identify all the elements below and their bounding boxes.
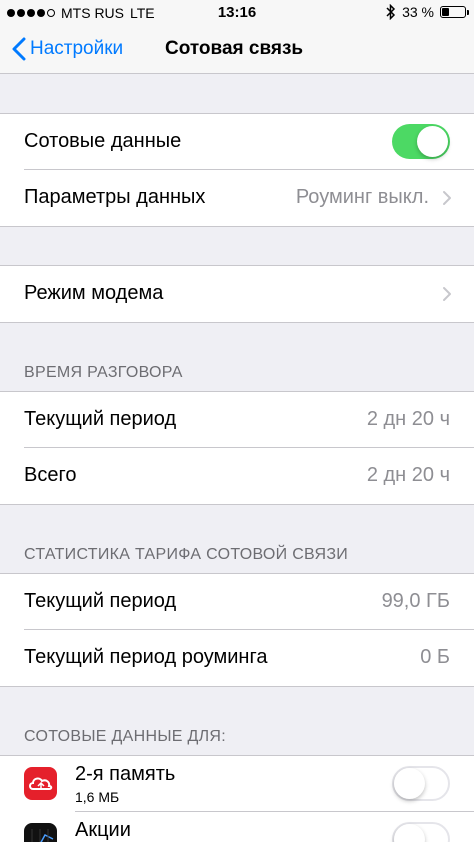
data-options-label: Параметры данных bbox=[24, 186, 206, 208]
cellular-data-label: Сотовые данные bbox=[24, 130, 182, 152]
cellular-data-toggle[interactable] bbox=[392, 124, 450, 159]
stats-current-row: Текущий период 99,0 ГБ bbox=[0, 574, 474, 630]
status-bar: MTS RUS LTE 13:16 33 % bbox=[0, 0, 474, 28]
app-row: 2-я память 1,6 МБ bbox=[0, 756, 474, 812]
apps-header: СОТОВЫЕ ДАННЫЕ ДЛЯ: bbox=[24, 728, 227, 745]
data-options-row[interactable]: Параметры данных Роуминг выкл. bbox=[0, 170, 474, 226]
cellular-data-row: Сотовые данные bbox=[0, 114, 474, 170]
app-data-toggle[interactable] bbox=[392, 766, 450, 801]
divider bbox=[0, 504, 474, 505]
toggle-knob bbox=[417, 126, 448, 157]
call-time-total-value: 2 дн 20 ч bbox=[366, 464, 450, 486]
battery-level-fill bbox=[442, 8, 450, 16]
cloud-storage-icon bbox=[24, 767, 57, 800]
back-button[interactable]: Настройки bbox=[12, 37, 123, 61]
call-time-current-row: Текущий период 2 дн 20 ч bbox=[0, 392, 474, 448]
chevron-right-icon bbox=[443, 191, 451, 205]
bluetooth-icon bbox=[386, 4, 396, 20]
call-time-header: ВРЕМЯ РАЗГОВОРА bbox=[24, 364, 183, 381]
app-data-toggle[interactable] bbox=[392, 822, 450, 842]
battery-percent: 33 % bbox=[402, 4, 434, 20]
stats-header: СТАТИСТИКА ТАРИФА СОТОВОЙ СВЯЗИ bbox=[24, 546, 349, 563]
divider bbox=[0, 686, 474, 687]
app-row: Акции bbox=[0, 812, 474, 842]
stats-roaming-value: 0 Б bbox=[420, 646, 450, 668]
divider bbox=[0, 226, 474, 227]
stats-current-value: 99,0 ГБ bbox=[381, 590, 450, 612]
call-time-total-row: Всего 2 дн 20 ч bbox=[0, 448, 474, 504]
app-usage: 1,6 МБ bbox=[75, 789, 120, 805]
stats-roaming-label: Текущий период роуминга bbox=[24, 646, 268, 668]
navigation-bar: Настройки Сотовая связь bbox=[0, 28, 474, 74]
chevron-left-icon bbox=[12, 37, 26, 61]
call-time-total-label: Всего bbox=[24, 464, 77, 486]
stats-current-label: Текущий период bbox=[24, 590, 177, 612]
status-right: 33 % bbox=[386, 4, 469, 20]
battery-icon bbox=[440, 6, 469, 18]
app-name: 2-я память bbox=[75, 763, 176, 785]
hotspot-label: Режим модема bbox=[24, 282, 164, 304]
data-options-value: Роуминг выкл. bbox=[295, 186, 429, 208]
toggle-knob bbox=[394, 824, 425, 842]
divider bbox=[0, 322, 474, 323]
toggle-knob bbox=[394, 768, 425, 799]
stats-roaming-row: Текущий период роуминга 0 Б bbox=[0, 630, 474, 686]
call-time-current-label: Текущий период bbox=[24, 408, 177, 430]
chevron-right-icon bbox=[443, 287, 451, 301]
app-name: Акции bbox=[75, 819, 131, 841]
hotspot-row[interactable]: Режим модема bbox=[0, 266, 474, 322]
stocks-icon bbox=[24, 823, 57, 842]
call-time-current-value: 2 дн 20 ч bbox=[366, 408, 450, 430]
page-title: Сотовая связь bbox=[165, 38, 304, 59]
back-label: Настройки bbox=[30, 38, 124, 59]
